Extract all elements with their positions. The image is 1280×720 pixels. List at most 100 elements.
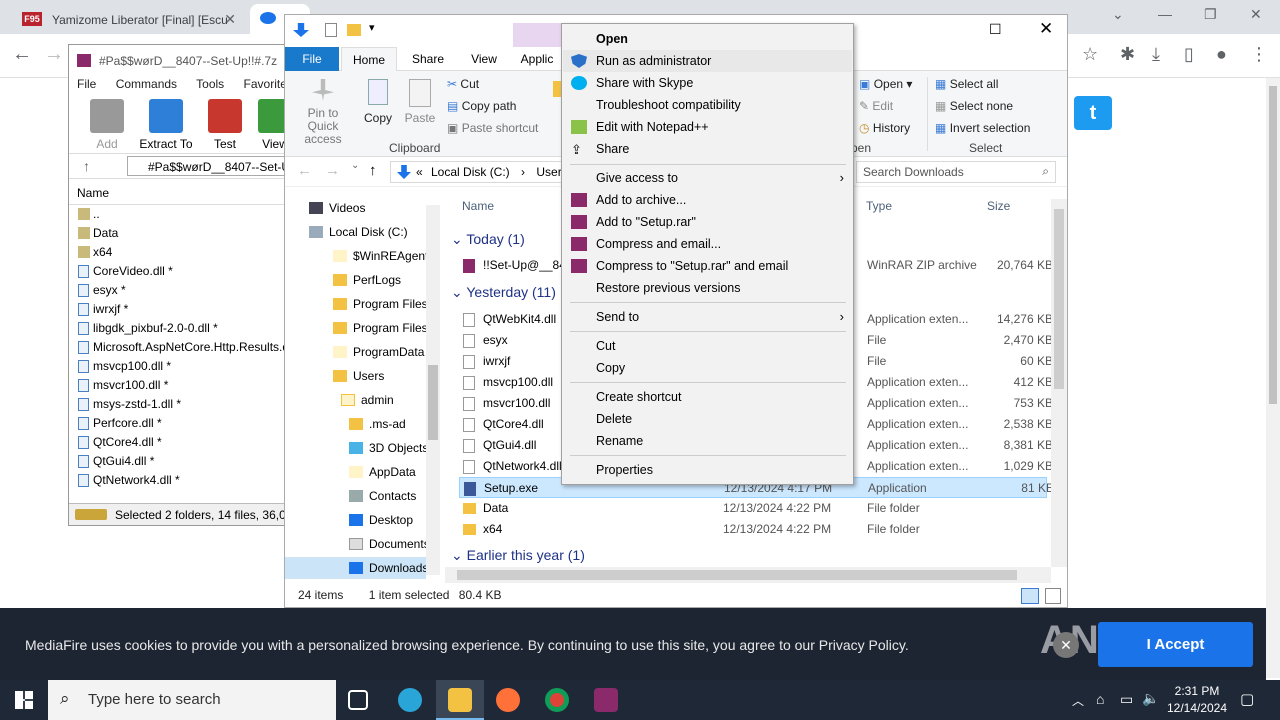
- copy-path-button[interactable]: ▤ Copy path: [447, 99, 516, 113]
- details-view-icon[interactable]: [1021, 588, 1039, 604]
- select-all-button[interactable]: ▦ Select all: [935, 77, 998, 91]
- menu-item-run-as-admin[interactable]: Run as administrator: [563, 50, 852, 72]
- extract-to-button[interactable]: Extract To: [137, 99, 195, 151]
- taskbar-search[interactable]: ⌕ Type here to search: [48, 680, 336, 720]
- list-item[interactable]: ..: [69, 205, 289, 224]
- nav-item[interactable]: AppData: [349, 461, 416, 483]
- menu-file[interactable]: File: [77, 77, 96, 91]
- horizontal-scrollbar[interactable]: [445, 567, 1051, 583]
- tab-home[interactable]: Home: [341, 47, 397, 71]
- back-icon[interactable]: ←: [12, 44, 32, 64]
- tab-application-tools[interactable]: Applic: [513, 47, 561, 71]
- list-item[interactable]: QtGui4.dll *: [69, 452, 289, 471]
- close-icon[interactable]: ✕: [1250, 6, 1262, 23]
- new-folder-icon[interactable]: [347, 24, 361, 36]
- menu-item-compress-email[interactable]: Compress and email...: [563, 233, 852, 255]
- up-arrow-icon[interactable]: ↑: [83, 158, 90, 174]
- menu-tools[interactable]: Tools: [196, 77, 224, 91]
- chrome-icon[interactable]: [545, 688, 569, 712]
- close-icon[interactable]: ✕: [1053, 632, 1079, 658]
- group-header-earlier[interactable]: ⌄ Earlier this year (1): [451, 547, 585, 564]
- network-icon[interactable]: ⌂: [1096, 691, 1104, 707]
- open-button[interactable]: ▣ Open ▾: [859, 77, 912, 91]
- archive-path[interactable]: #Pa$$wørD__8407--Set-Up: [127, 156, 289, 176]
- breadcrumb-local-disk[interactable]: Local Disk (C:): [431, 165, 510, 179]
- menu-item-add-setup-rar[interactable]: Add to "Setup.rar": [563, 211, 852, 233]
- list-item[interactable]: Perfcore.dll *: [69, 414, 289, 433]
- task-view-icon[interactable]: [348, 690, 368, 710]
- tiles-view-icon[interactable]: [1045, 588, 1061, 604]
- firefox-icon[interactable]: [496, 688, 520, 712]
- twitter-share-button[interactable]: t: [1074, 96, 1112, 130]
- menu-item-give-access[interactable]: Give access to ›: [563, 167, 852, 189]
- forward-icon[interactable]: →: [44, 44, 64, 64]
- menu-item-delete[interactable]: Delete: [563, 408, 852, 430]
- star-icon[interactable]: ☆: [1082, 44, 1098, 64]
- nav-item[interactable]: Local Disk (C:): [309, 221, 408, 243]
- test-button[interactable]: Test: [205, 99, 245, 151]
- edge-icon[interactable]: [398, 688, 422, 712]
- search-input[interactable]: Search Downloads ⌕: [856, 161, 1056, 183]
- column-name[interactable]: Name: [462, 199, 494, 213]
- menu-item-copy[interactable]: Copy: [563, 357, 852, 379]
- nav-item[interactable]: Users: [333, 365, 384, 387]
- nav-item[interactable]: Desktop: [349, 509, 413, 531]
- menu-item-share[interactable]: ⇪ Share: [563, 138, 852, 160]
- nav-item[interactable]: Contacts: [349, 485, 416, 507]
- nav-item[interactable]: Program Files: [333, 317, 428, 339]
- list-item[interactable]: CoreVideo.dll *: [69, 262, 289, 281]
- nav-item[interactable]: .ms-ad: [349, 413, 406, 435]
- select-none-button[interactable]: ▦ Select none: [935, 99, 1013, 113]
- accept-button[interactable]: I Accept: [1098, 622, 1253, 667]
- vertical-scrollbar[interactable]: [1051, 199, 1067, 567]
- menu-item-compress-setup-email[interactable]: Compress to "Setup.rar" and email: [563, 255, 852, 277]
- list-item[interactable]: msys-zstd-1.dll *: [69, 395, 289, 414]
- group-header-yesterday[interactable]: ⌄ Yesterday (11): [451, 284, 556, 301]
- add-button[interactable]: Add: [89, 99, 125, 151]
- menu-item-cut[interactable]: Cut: [563, 335, 852, 357]
- tab-share[interactable]: Share: [401, 47, 455, 71]
- winrar-icon[interactable]: [594, 688, 618, 712]
- nav-item[interactable]: ProgramData: [333, 341, 424, 363]
- page-scrollbar[interactable]: [1266, 78, 1280, 678]
- notification-icon[interactable]: ▢: [1240, 690, 1254, 708]
- menu-item-open[interactable]: Open: [563, 28, 852, 50]
- file-explorer-icon[interactable]: [448, 688, 472, 712]
- close-icon[interactable]: ✕: [224, 11, 236, 28]
- column-type[interactable]: Type: [866, 199, 892, 213]
- list-item[interactable]: msvcp100.dll *: [69, 357, 289, 376]
- invert-selection-button[interactable]: ▦ Invert selection: [935, 121, 1030, 135]
- profile-icon[interactable]: ●: [1216, 44, 1227, 64]
- list-item[interactable]: Data: [69, 224, 289, 243]
- volume-icon[interactable]: 🔈: [1142, 690, 1159, 707]
- maximize-icon[interactable]: ☐: [989, 21, 1002, 38]
- column-size[interactable]: Size: [987, 199, 1010, 213]
- nav-item-selected[interactable]: Downloads: [285, 557, 428, 579]
- menu-item-send-to[interactable]: Send to ›: [563, 306, 852, 328]
- list-item[interactable]: x64: [69, 243, 289, 262]
- restore-icon[interactable]: ❐: [1204, 6, 1217, 23]
- forward-icon[interactable]: →: [325, 162, 340, 179]
- properties-icon[interactable]: [325, 23, 337, 37]
- tab-file[interactable]: File: [285, 47, 339, 71]
- pin-quick-access-button[interactable]: Pin to Quick access: [291, 79, 355, 146]
- taskbar-clock[interactable]: 2:31 PM 12/14/2024: [1162, 683, 1232, 717]
- menu-item-troubleshoot[interactable]: Troubleshoot compatibility: [563, 94, 852, 116]
- list-item[interactable]: QtCore4.dll *: [69, 433, 289, 452]
- nav-item[interactable]: Program Files: [333, 293, 428, 315]
- menu-icon[interactable]: ⋮: [1250, 44, 1268, 64]
- windows-start-icon[interactable]: [15, 691, 33, 709]
- menu-item-add-archive[interactable]: Add to archive...: [563, 189, 852, 211]
- table-row[interactable]: x64 12/13/2024 4:22 PM File folder: [463, 519, 1051, 540]
- up-arrow-icon[interactable]: ↑: [369, 162, 377, 179]
- menu-item-properties[interactable]: Properties: [563, 459, 852, 481]
- chevron-down-icon[interactable]: ⌄: [351, 160, 359, 171]
- close-icon[interactable]: ✕: [1039, 19, 1053, 39]
- chevron-up-icon[interactable]: ︿: [1072, 692, 1084, 709]
- list-item[interactable]: Microsoft.AspNetCore.Http.Results.d: [69, 338, 289, 357]
- menu-item-notepadpp[interactable]: Edit with Notepad++: [563, 116, 852, 138]
- list-item[interactable]: esyx *: [69, 281, 289, 300]
- nav-scrollbar[interactable]: [426, 205, 440, 575]
- minimize-icon[interactable]: —: [1158, 6, 1172, 22]
- list-item[interactable]: msvcr100.dll *: [69, 376, 289, 395]
